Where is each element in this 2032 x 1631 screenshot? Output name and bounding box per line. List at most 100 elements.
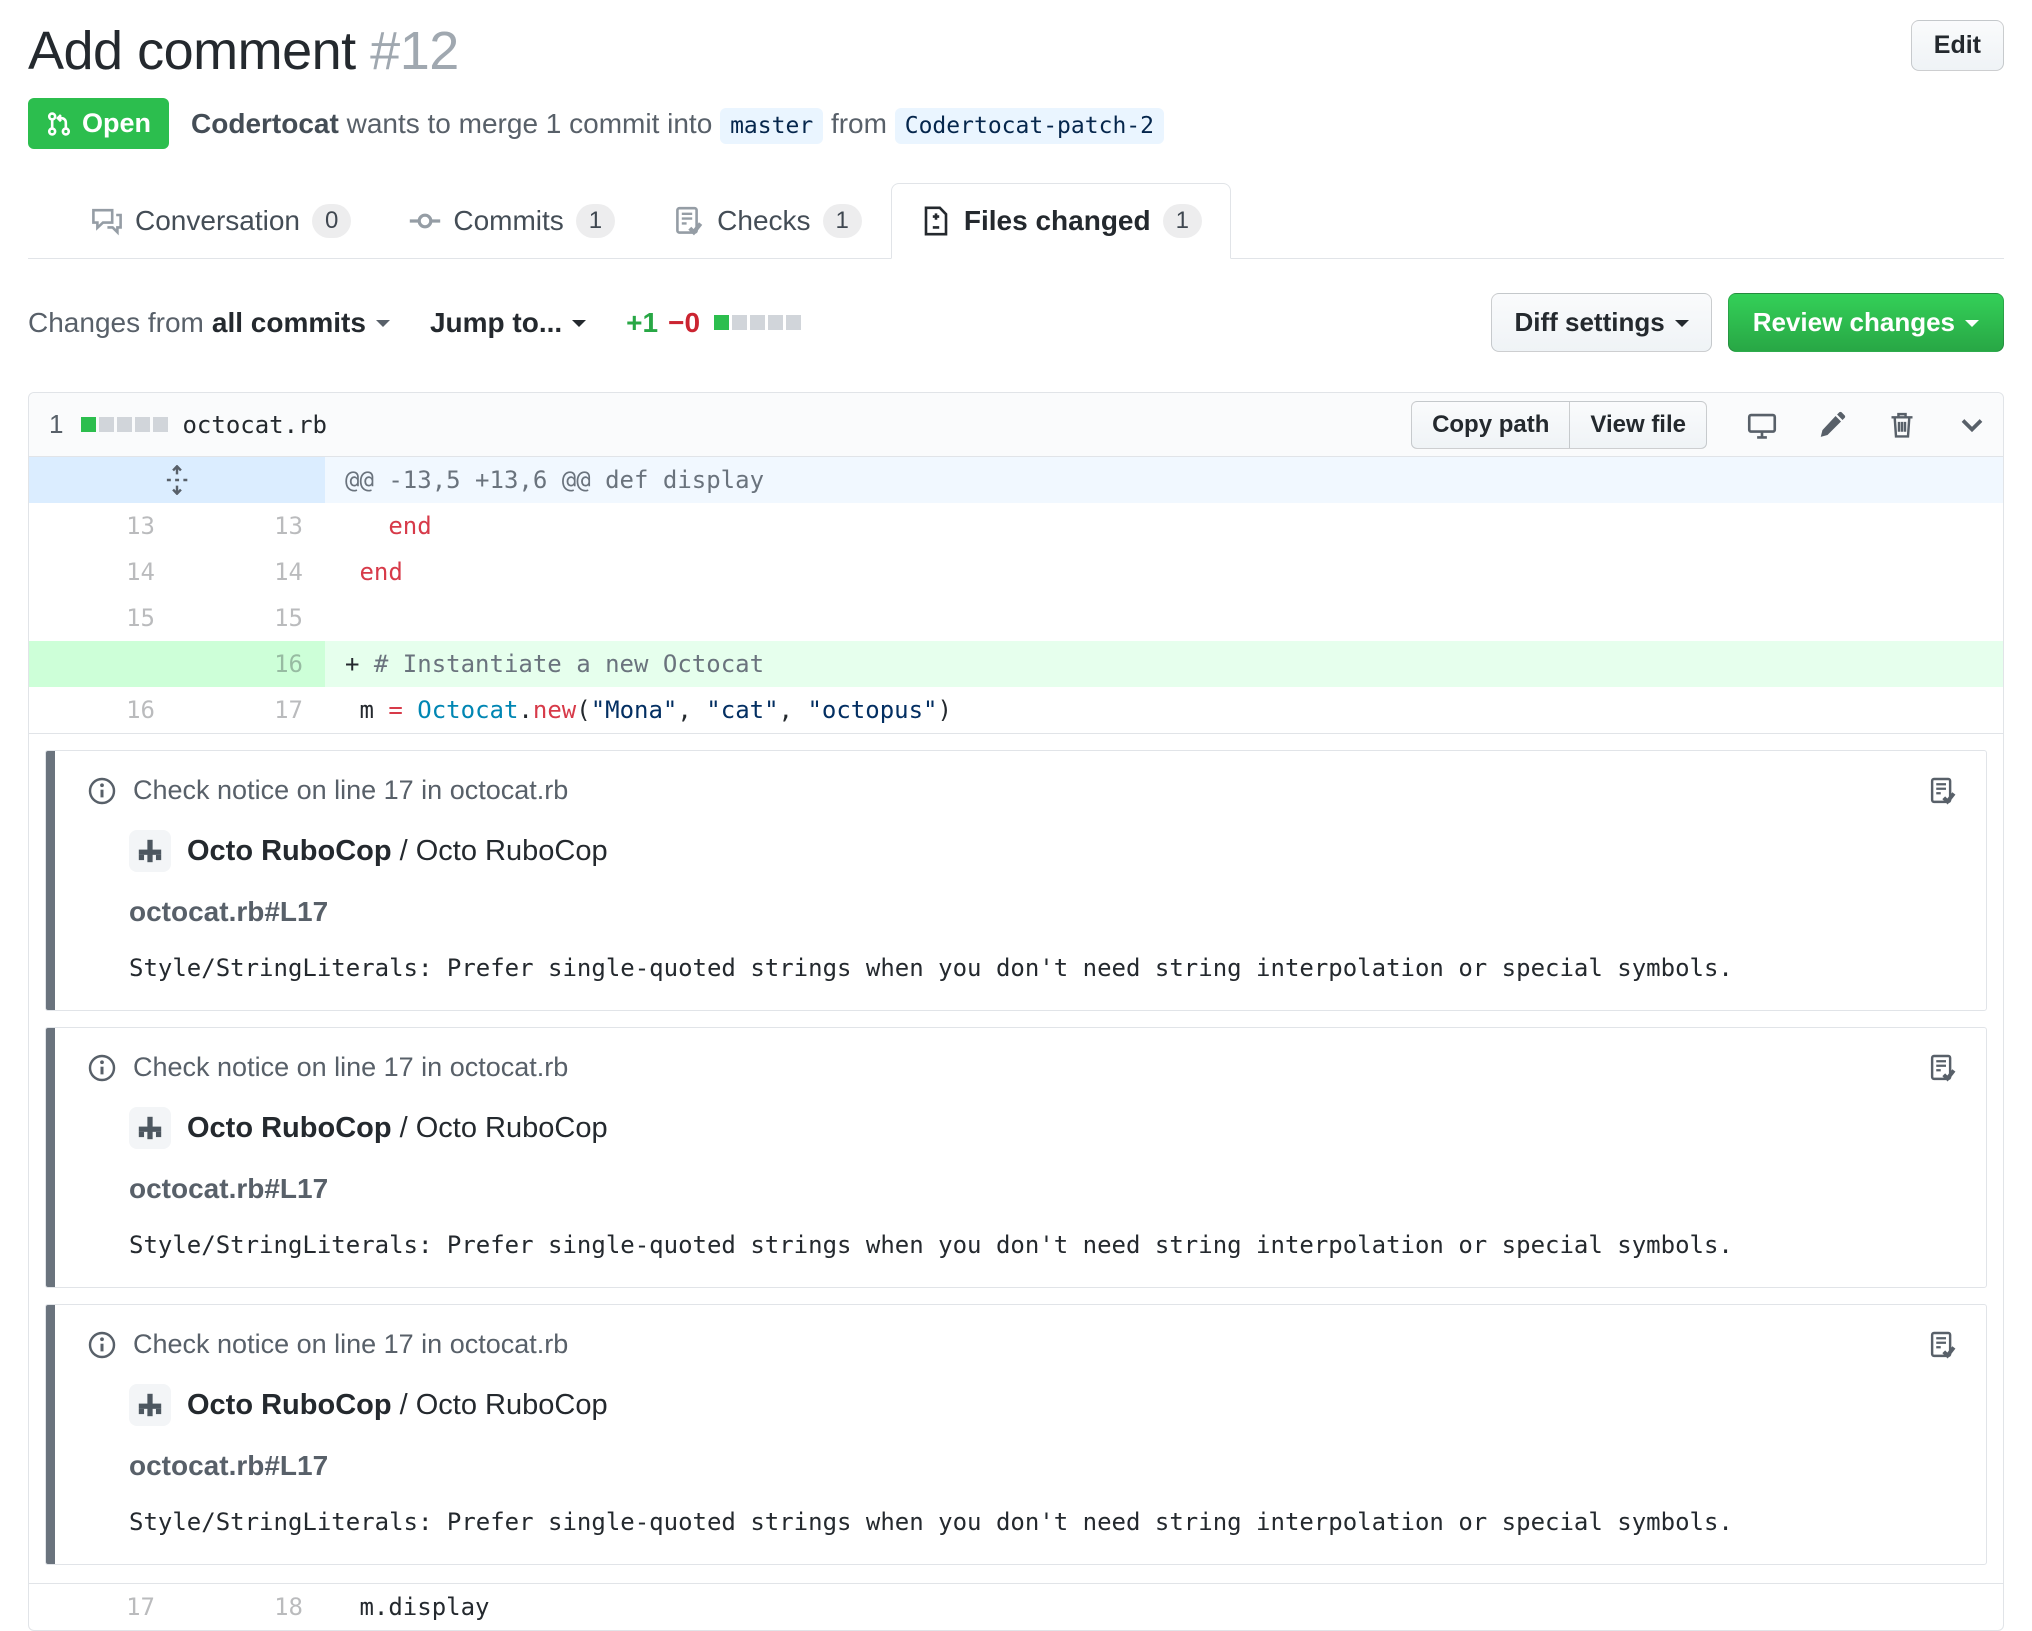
- checklist-icon: [673, 205, 705, 237]
- file-header: 1 octocat.rb Copy path View file: [29, 393, 2003, 457]
- check-app-name[interactable]: Octo RuboCop: [187, 1389, 392, 1422]
- unfold-icon: [162, 465, 192, 495]
- diff-settings-button[interactable]: Diff settings: [1491, 293, 1712, 352]
- chevron-down-icon: [1965, 319, 1979, 334]
- diffstat-summary: +1 −0: [626, 306, 802, 339]
- check-notice: Check notice on line 17 in octocat.rb Oc…: [45, 1304, 1987, 1565]
- avatar: [129, 1107, 171, 1149]
- check-app-name[interactable]: Octo RuboCop: [187, 1112, 392, 1145]
- tab-counter: 1: [822, 204, 862, 238]
- checklist-icon[interactable]: [1928, 1053, 1958, 1083]
- head-branch-label[interactable]: Codertocat-patch-2: [894, 107, 1164, 144]
- notice-location: octocat.rb#L17: [129, 1450, 329, 1481]
- old-line-number[interactable]: 17: [29, 1584, 177, 1630]
- pr-tabs: Conversation 0 Commits 1 Checks 1 Files …: [28, 183, 2004, 259]
- file-diff-container: 1 octocat.rb Copy path View file @@ -13,…: [28, 392, 2004, 1631]
- pr-header: Add comment #12 Edit: [28, 20, 2004, 82]
- status-badge-label: Open: [82, 108, 152, 138]
- changes-from-dropdown[interactable]: Changes from all commits: [28, 307, 390, 339]
- review-changes-button[interactable]: Review changes: [1727, 293, 2004, 352]
- avatar: [129, 830, 171, 872]
- info-icon: [87, 1053, 117, 1083]
- view-file-button[interactable]: View file: [1570, 400, 1707, 449]
- new-line-number[interactable]: 17: [177, 687, 325, 733]
- new-line-number[interactable]: 18: [177, 1584, 325, 1630]
- file-diff-icon: [920, 205, 952, 237]
- new-line-number[interactable]: 13: [177, 503, 325, 549]
- pr-number: #12: [370, 21, 459, 81]
- old-line-number[interactable]: 14: [29, 549, 177, 595]
- diff-toolbar: Changes from all commits Jump to... +1 −…: [28, 293, 2004, 352]
- comment-discussion-icon: [91, 205, 123, 237]
- old-line-number[interactable]: [29, 641, 177, 687]
- check-context: Octo RuboCop: [415, 1111, 608, 1144]
- chevron-down-icon: [572, 319, 587, 334]
- status-badge: Open: [28, 98, 170, 149]
- tab-files-changed[interactable]: Files changed 1: [890, 183, 1231, 259]
- diff-line-14: 14 14 end: [29, 549, 2003, 595]
- git-commit-icon: [409, 205, 442, 237]
- notice-message: Style/StringLiterals: Prefer single-quot…: [129, 954, 1733, 982]
- tab-commits[interactable]: Commits 1: [380, 183, 644, 259]
- tab-conversation[interactable]: Conversation 0: [62, 183, 380, 259]
- checklist-icon[interactable]: [1928, 776, 1958, 806]
- delete-file-icon[interactable]: [1887, 410, 1917, 440]
- hunk-header-text: @@ -13,5 +13,6 @@ def display: [325, 457, 2003, 503]
- file-name-link[interactable]: octocat.rb: [182, 411, 327, 439]
- diff-table: @@ -13,5 +13,6 @@ def display 13 13 end …: [29, 457, 2003, 733]
- notice-severity-bar: [46, 751, 55, 1010]
- additions-count: +1: [626, 306, 659, 338]
- info-icon: [87, 776, 117, 806]
- avatar: [129, 1384, 171, 1426]
- check-app-name[interactable]: Octo RuboCop: [187, 835, 392, 868]
- new-line-number[interactable]: 15: [177, 595, 325, 641]
- tab-checks[interactable]: Checks 1: [644, 183, 891, 259]
- new-line-number[interactable]: 16: [177, 641, 325, 687]
- page-title: Add comment #12: [28, 20, 459, 82]
- file-button-group: Copy path View file: [1411, 400, 1707, 449]
- check-context: Octo RuboCop: [415, 834, 608, 867]
- old-line-number[interactable]: 13: [29, 503, 177, 549]
- code-line: m = Octocat.new("Mona", "cat", "octopus"…: [345, 696, 952, 724]
- check-notice: Check notice on line 17 in octocat.rb Oc…: [45, 1027, 1987, 1288]
- deletions-count: −0: [668, 306, 701, 338]
- jump-to-dropdown[interactable]: Jump to...: [430, 307, 587, 339]
- info-icon: [87, 1330, 117, 1360]
- notice-title: Check notice on line 17 in octocat.rb: [133, 1052, 569, 1082]
- old-line-number[interactable]: 15: [29, 595, 177, 641]
- check-notice: Check notice on line 17 in octocat.rb Oc…: [45, 750, 1987, 1011]
- pr-title-text: Add comment: [28, 21, 356, 81]
- notice-title: Check notice on line 17 in octocat.rb: [133, 1329, 569, 1359]
- diff-line-18: 17 18 m.display: [29, 1583, 2003, 1630]
- collapse-chevron-icon[interactable]: [1957, 410, 1987, 440]
- edit-button[interactable]: Edit: [1910, 20, 2004, 71]
- notice-message: Style/StringLiterals: Prefer single-quot…: [129, 1231, 1733, 1259]
- base-branch-label[interactable]: master: [720, 107, 824, 144]
- author-name[interactable]: Codertocat: [191, 108, 339, 139]
- diffstat-blocks: [714, 315, 802, 330]
- checklist-icon[interactable]: [1928, 1330, 1958, 1360]
- notice-title: Check notice on line 17 in octocat.rb: [133, 775, 569, 805]
- diff-line-15: 15 15: [29, 595, 2003, 641]
- merge-summary: Codertocat wants to merge 1 commit into …: [191, 107, 1164, 144]
- notice-location: octocat.rb#L17: [129, 896, 329, 927]
- notice-severity-bar: [46, 1028, 55, 1287]
- check-annotations: Check notice on line 17 in octocat.rb Oc…: [29, 733, 2003, 1583]
- chevron-down-icon: [375, 319, 390, 334]
- hunk-header-row: @@ -13,5 +13,6 @@ def display: [29, 457, 2003, 503]
- changed-files-count: 1: [49, 409, 64, 439]
- copy-path-button[interactable]: Copy path: [1411, 400, 1571, 449]
- tab-counter: 1: [575, 204, 616, 238]
- new-line-number[interactable]: 14: [177, 549, 325, 595]
- diff-line-17: 16 17 m = Octocat.new("Mona", "cat", "oc…: [29, 687, 2003, 733]
- notice-message: Style/StringLiterals: Prefer single-quot…: [129, 1508, 1733, 1536]
- notice-location: octocat.rb#L17: [129, 1173, 329, 1204]
- tab-counter: 1: [1162, 204, 1202, 238]
- edit-file-icon[interactable]: [1817, 410, 1847, 440]
- old-line-number[interactable]: 16: [29, 687, 177, 733]
- display-rich-diff-icon[interactable]: [1747, 410, 1777, 440]
- expand-hunk-button[interactable]: [29, 457, 325, 503]
- check-context: Octo RuboCop: [415, 1388, 608, 1421]
- tab-counter: 0: [311, 204, 352, 238]
